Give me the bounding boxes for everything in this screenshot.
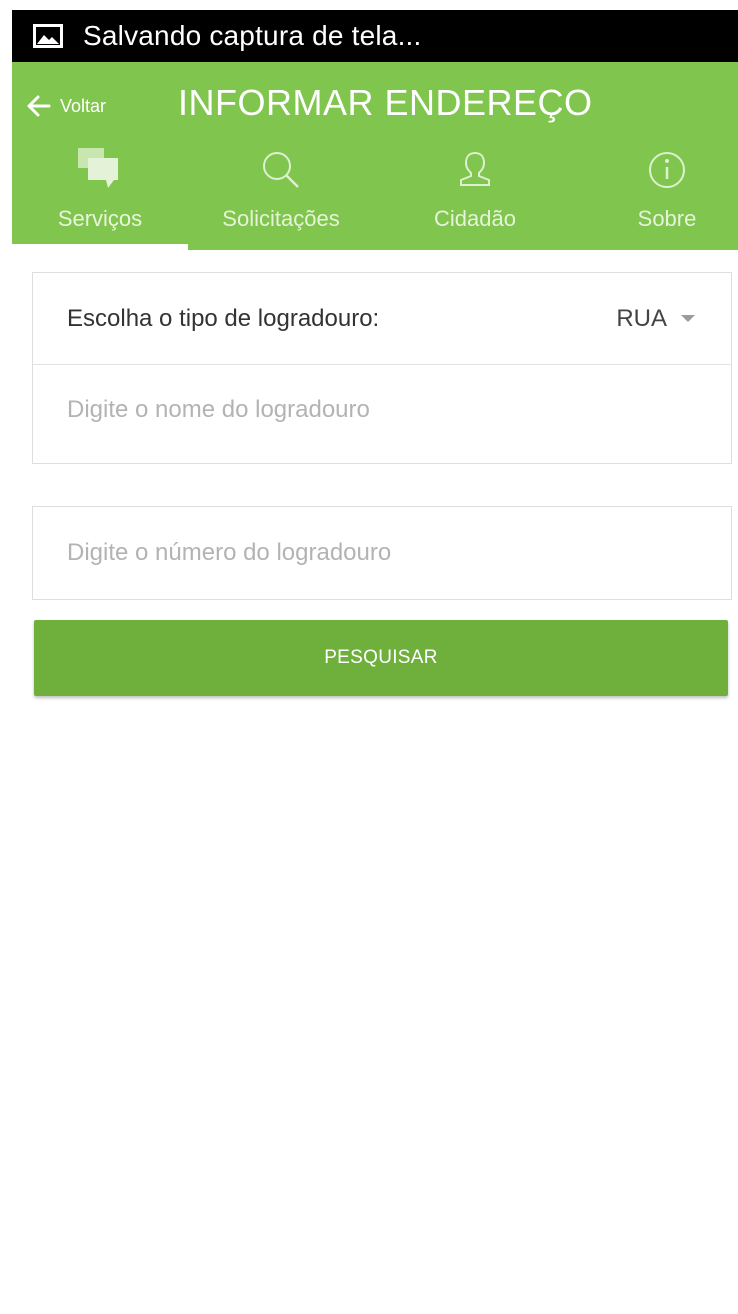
search-button-label: PESQUISAR bbox=[324, 647, 438, 668]
street-name-row bbox=[33, 364, 731, 455]
status-bar: Salvando captura de tela... bbox=[12, 10, 738, 62]
page-title: INFORMAR ENDEREÇO bbox=[178, 82, 593, 123]
screen: Salvando captura de tela... Voltar INFOR… bbox=[0, 0, 738, 1314]
person-icon bbox=[455, 142, 495, 198]
tab-label: Solicitações bbox=[222, 206, 340, 231]
tab-cidadao[interactable]: Cidadão bbox=[410, 142, 540, 250]
street-type-value: RUA bbox=[616, 304, 667, 332]
tab-label: Cidadão bbox=[434, 206, 516, 231]
dropdown-arrow-icon bbox=[681, 315, 695, 322]
tab-solicitacoes[interactable]: Solicitações bbox=[198, 142, 364, 250]
search-icon bbox=[256, 142, 306, 198]
street-number-input[interactable] bbox=[67, 522, 687, 583]
search-button[interactable]: PESQUISAR bbox=[34, 620, 728, 696]
tab-label: Sobre bbox=[637, 206, 697, 231]
tab-servicos[interactable]: Serviços bbox=[12, 142, 188, 250]
street-type-select[interactable]: RUA bbox=[616, 273, 695, 364]
status-notification-text: Salvando captura de tela... bbox=[83, 20, 422, 51]
number-card bbox=[32, 506, 732, 600]
back-button[interactable]: Voltar bbox=[24, 88, 106, 124]
app-header: Voltar INFORMAR ENDEREÇO Serviços Solici… bbox=[12, 62, 738, 250]
tab-bar: Serviços Solicitações Cidadão Sobre bbox=[12, 142, 738, 250]
arrow-left-icon bbox=[27, 95, 51, 117]
chat-bubbles-icon bbox=[72, 142, 128, 198]
street-name-input[interactable] bbox=[67, 380, 687, 440]
image-icon bbox=[33, 24, 63, 48]
address-card: Escolha o tipo de logradouro: RUA bbox=[32, 272, 732, 464]
street-number-row bbox=[33, 507, 731, 598]
street-type-label: Escolha o tipo de logradouro: bbox=[67, 304, 380, 332]
back-label: Voltar bbox=[60, 95, 107, 116]
active-tab-indicator bbox=[12, 244, 188, 250]
tab-sobre[interactable]: Sobre bbox=[612, 142, 722, 250]
tab-label: Serviços bbox=[57, 206, 143, 231]
info-icon bbox=[643, 142, 691, 198]
street-type-row: Escolha o tipo de logradouro: RUA bbox=[33, 273, 731, 364]
